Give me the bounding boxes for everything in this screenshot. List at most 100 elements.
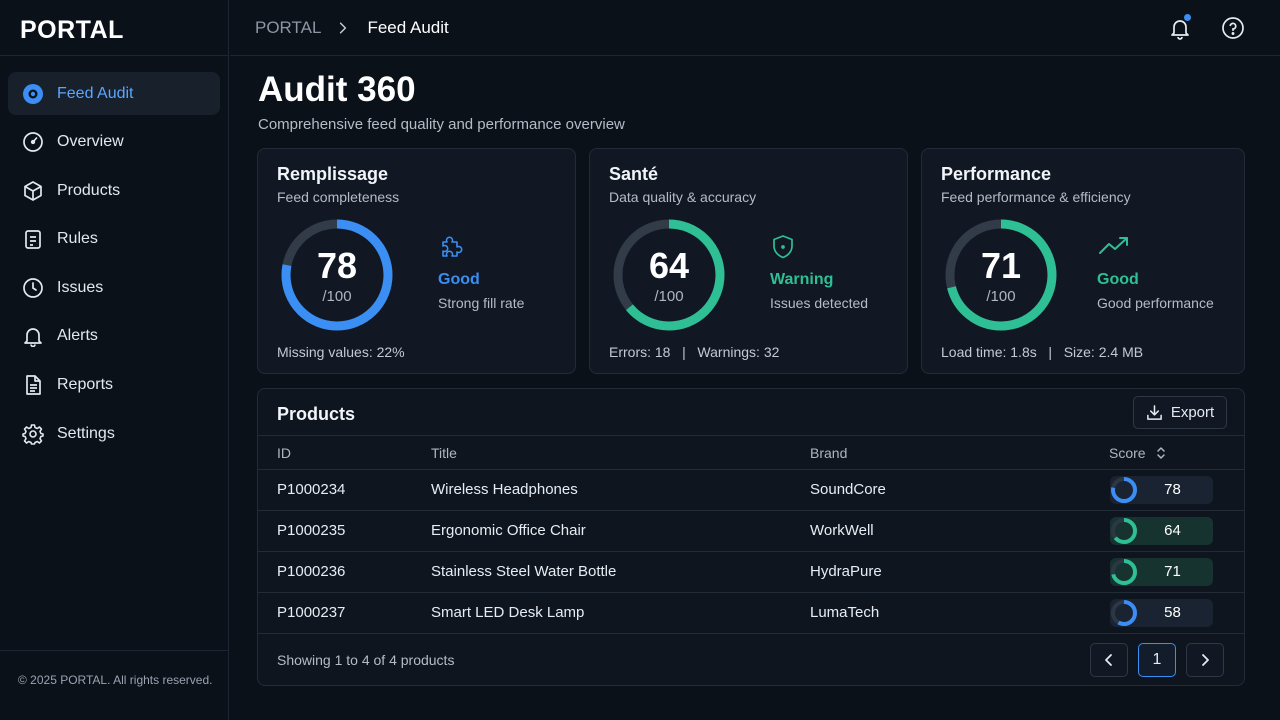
cell-id: P1000235 (277, 522, 346, 539)
notifications-button[interactable] (1168, 14, 1192, 40)
card-subtitle: Data quality & accuracy (609, 189, 757, 205)
app-logo[interactable]: PORTAL (20, 16, 124, 45)
next-page-button[interactable] (1186, 643, 1224, 677)
sidebar-item-rules[interactable]: Rules (8, 218, 220, 261)
document-icon (22, 374, 44, 396)
help-button[interactable] (1221, 16, 1245, 40)
copyright-text: © 2025 PORTAL. All rights reserved. (18, 673, 213, 687)
sidebar-item-feed-audit[interactable]: Feed Audit (8, 72, 220, 115)
status-label: Good (438, 271, 480, 288)
status-description: Good performance (1097, 295, 1214, 311)
sidebar-item-label: Alerts (57, 327, 98, 345)
sidebar-nav: Feed Audit Overview Products Rules Issue… (8, 72, 220, 461)
score-value: 64 (648, 245, 690, 286)
pagination-summary: Showing 1 to 4 of 4 products (277, 652, 455, 668)
score-value: 64 (1164, 522, 1181, 539)
page-button[interactable]: 1 (1138, 643, 1176, 677)
performance-card: Performance Feed performance & efficienc… (921, 148, 1245, 374)
table-row[interactable]: P1000235 Ergonomic Office Chair WorkWell… (258, 511, 1244, 552)
breadcrumb-current: Feed Audit (367, 18, 449, 37)
page-title: Audit 360 (258, 70, 416, 109)
cell-title: Stainless Steel Water Bottle (431, 563, 617, 580)
sort-icon[interactable] (1155, 446, 1167, 460)
gauge-icon (22, 131, 44, 153)
notification-dot (1184, 14, 1191, 21)
sidebar-item-settings[interactable]: Settings (8, 412, 220, 455)
score-max: /100 (322, 288, 352, 305)
column-header-brand[interactable]: Brand (810, 445, 847, 461)
sidebar-item-label: Rules (57, 230, 98, 248)
divider (0, 650, 229, 651)
export-label: Export (1170, 404, 1215, 421)
cell-id: P1000237 (277, 604, 346, 621)
card-title: Remplissage (277, 164, 389, 184)
status-label: Warning (770, 271, 834, 288)
clock-icon (22, 277, 44, 299)
score-ring (1111, 559, 1137, 585)
trending-up-icon (1097, 233, 1128, 261)
box-icon (22, 180, 44, 202)
cell-brand: WorkWell (810, 522, 874, 539)
products-panel: Products Export ID Title Brand Score P10… (257, 388, 1245, 686)
sidebar-item-label: Issues (57, 278, 104, 296)
target-icon (22, 83, 44, 105)
column-header-score[interactable]: Score (1109, 445, 1167, 461)
status-label: Good (1097, 271, 1139, 288)
score-value: 71 (1164, 563, 1181, 580)
cell-title: Smart LED Desk Lamp (431, 604, 585, 621)
sidebar-item-alerts[interactable]: Alerts (8, 315, 220, 358)
puzzle-icon (437, 233, 465, 261)
table-row[interactable]: P1000234 Wireless Headphones SoundCore 7… (258, 470, 1244, 511)
status-description: Issues detected (770, 295, 869, 311)
remplissage-card: Remplissage Feed completeness 78 /100 Go… (257, 148, 576, 374)
top-header: PORTAL Feed Audit (230, 0, 1280, 56)
breadcrumb: PORTAL Feed Audit (255, 18, 449, 38)
chevron-left-icon (1105, 654, 1112, 666)
bell-icon (22, 325, 44, 348)
cell-id: P1000236 (277, 563, 346, 580)
column-header-id[interactable]: ID (277, 445, 291, 461)
previous-page-button[interactable] (1090, 643, 1128, 677)
status-description: Strong fill rate (438, 295, 525, 311)
sidebar-item-overview[interactable]: Overview (8, 121, 220, 164)
page-subtitle: Comprehensive feed quality and performan… (258, 116, 625, 133)
sidebar-item-label: Products (57, 181, 121, 199)
export-button[interactable]: Export (1133, 396, 1227, 429)
cell-id: P1000234 (277, 481, 346, 498)
score-value: 78 (316, 245, 358, 286)
sidebar-item-label: Settings (57, 424, 115, 442)
shield-icon (769, 233, 797, 261)
help-icon (1222, 17, 1244, 39)
table-header: ID Title Brand Score (258, 435, 1244, 470)
sidebar-item-label: Feed Audit (57, 84, 134, 102)
card-footer: Load time: 1.8s | Size: 2.4 MB (941, 344, 1144, 360)
clipboard-icon (22, 228, 44, 250)
sidebar: PORTAL Feed Audit Overview Products Rule… (0, 0, 229, 720)
cell-brand: HydraPure (810, 563, 882, 580)
score-badge: 64 (1110, 517, 1213, 545)
score-badge: 58 (1110, 599, 1213, 627)
score-badge: 78 (1110, 476, 1213, 504)
chevron-right-icon (1202, 654, 1209, 666)
gear-icon (22, 423, 44, 445)
score-ring (1111, 600, 1137, 626)
column-header-label: Score (1109, 445, 1146, 461)
sidebar-item-reports[interactable]: Reports (8, 364, 220, 407)
sidebar-item-products[interactable]: Products (8, 169, 220, 212)
sidebar-item-issues[interactable]: Issues (8, 266, 220, 309)
divider (0, 55, 229, 56)
cell-brand: LumaTech (810, 604, 880, 621)
score-value: 71 (980, 245, 1022, 286)
card-title: Performance (941, 164, 1052, 184)
table-row[interactable]: P1000236 Stainless Steel Water Bottle Hy… (258, 552, 1244, 593)
card-subtitle: Feed performance & efficiency (941, 189, 1131, 205)
table-row[interactable]: P1000237 Smart LED Desk Lamp LumaTech 58 (258, 593, 1244, 634)
sidebar-item-label: Overview (57, 133, 124, 151)
sidebar-item-label: Reports (57, 376, 114, 394)
breadcrumb-root[interactable]: PORTAL (255, 18, 321, 38)
card-footer: Missing values: 22% (277, 344, 405, 360)
column-header-title[interactable]: Title (431, 445, 457, 461)
cell-title: Ergonomic Office Chair (431, 522, 586, 539)
score-badge: 71 (1110, 558, 1213, 586)
panel-title: Products (277, 404, 356, 424)
